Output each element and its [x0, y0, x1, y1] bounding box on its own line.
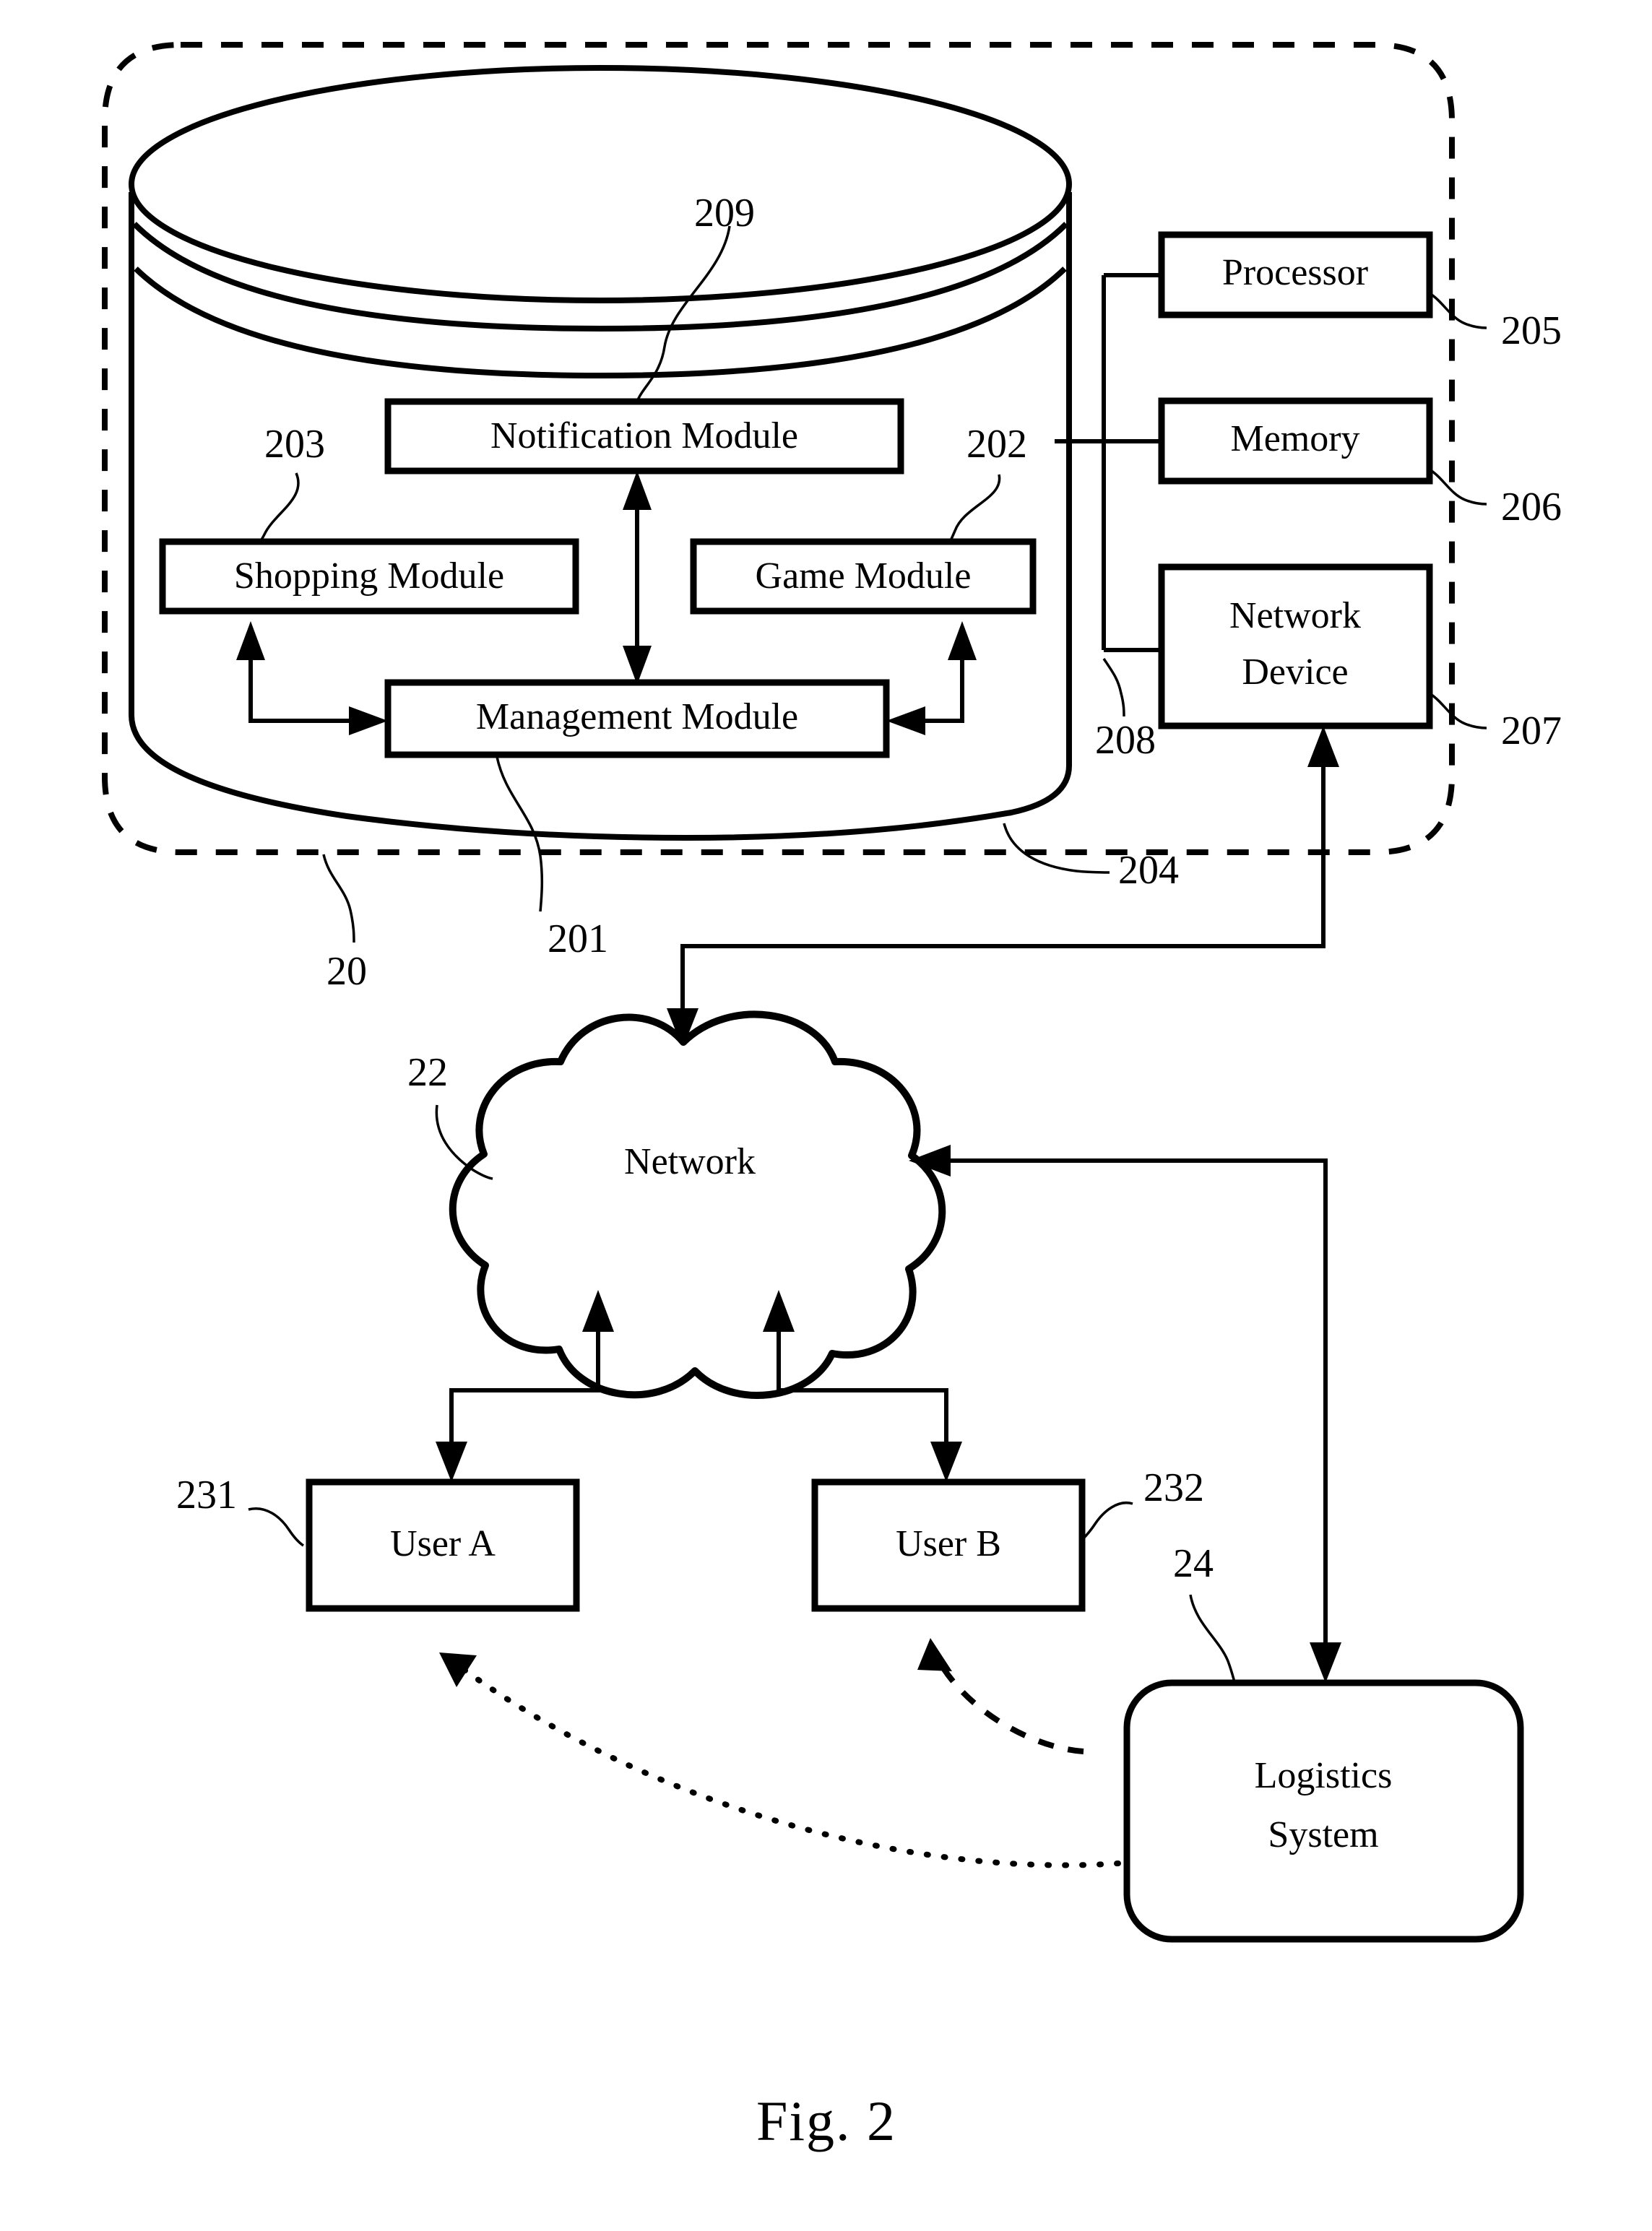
- ref-202: 202: [966, 422, 1027, 467]
- ref-24: 24: [1173, 1541, 1214, 1586]
- user-b-label: User B: [896, 1523, 1001, 1564]
- notification-module-label: Notification Module: [490, 415, 798, 456]
- logistics-system-label-line2: System: [1268, 1814, 1378, 1855]
- user-a-label: User A: [390, 1523, 496, 1564]
- ref-205: 205: [1501, 308, 1562, 353]
- storage-cylinder-top: [129, 65, 1072, 303]
- network-cloud-label: Network: [624, 1141, 756, 1182]
- leader-206: [1429, 468, 1487, 506]
- management-module-label: Management Module: [476, 696, 798, 737]
- figure-caption: Fig. 2: [756, 2089, 896, 2152]
- leader-208: [1102, 658, 1125, 717]
- shopping-module-label: Shopping Module: [234, 555, 504, 597]
- network-device-label-line1: Network: [1229, 595, 1361, 636]
- arrowhead-dotted-user-b: [917, 1638, 952, 1671]
- patent-figure-2: Notification Module Shopping Module Game…: [0, 0, 1652, 2231]
- ref-204: 204: [1118, 848, 1179, 893]
- leader-20: [322, 854, 355, 943]
- leader-24: [1189, 1594, 1237, 1685]
- ref-208: 208: [1095, 718, 1156, 763]
- leader-232: [1081, 1502, 1133, 1541]
- ref-232: 232: [1143, 1465, 1204, 1510]
- ref-203: 203: [264, 422, 325, 467]
- logistics-system-label-line1: Logistics: [1255, 1755, 1393, 1796]
- ref-201: 201: [548, 917, 608, 961]
- leader-207: [1429, 692, 1487, 729]
- logistics-system-box[interactable]: [1123, 1679, 1524, 1943]
- ref-20: 20: [326, 949, 367, 994]
- dotted-arrow-logistics-to-user-a: [459, 1665, 1121, 1868]
- leader-231: [248, 1507, 304, 1547]
- ref-209: 209: [694, 191, 755, 235]
- leader-205: [1429, 292, 1487, 329]
- network-cloud: [449, 1010, 946, 1399]
- dotted-arrow-logistics-to-user-b: [936, 1660, 1084, 1754]
- ref-207: 207: [1501, 709, 1562, 753]
- network-device-box[interactable]: [1158, 563, 1433, 729]
- ref-22: 22: [407, 1050, 448, 1095]
- memory-label: Memory: [1230, 418, 1359, 459]
- diagram-canvas: Notification Module Shopping Module Game…: [102, 42, 1562, 2152]
- processor-label: Processor: [1222, 252, 1368, 293]
- arrowhead-down-user-a: [436, 1442, 467, 1482]
- arrowhead-down-into-logistics: [1310, 1642, 1341, 1683]
- arrowhead-up-network-device: [1307, 726, 1339, 767]
- game-module-label: Game Module: [756, 555, 972, 597]
- ref-231: 231: [176, 1473, 237, 1517]
- ref-206: 206: [1501, 485, 1562, 529]
- arrowhead-down-user-b: [930, 1442, 962, 1482]
- network-device-label-line2: Device: [1242, 651, 1348, 693]
- arrow-network-device-to-network-line: [680, 932, 1326, 1026]
- leader-204: [1003, 823, 1110, 874]
- arrowhead-dotted-user-a: [439, 1652, 477, 1687]
